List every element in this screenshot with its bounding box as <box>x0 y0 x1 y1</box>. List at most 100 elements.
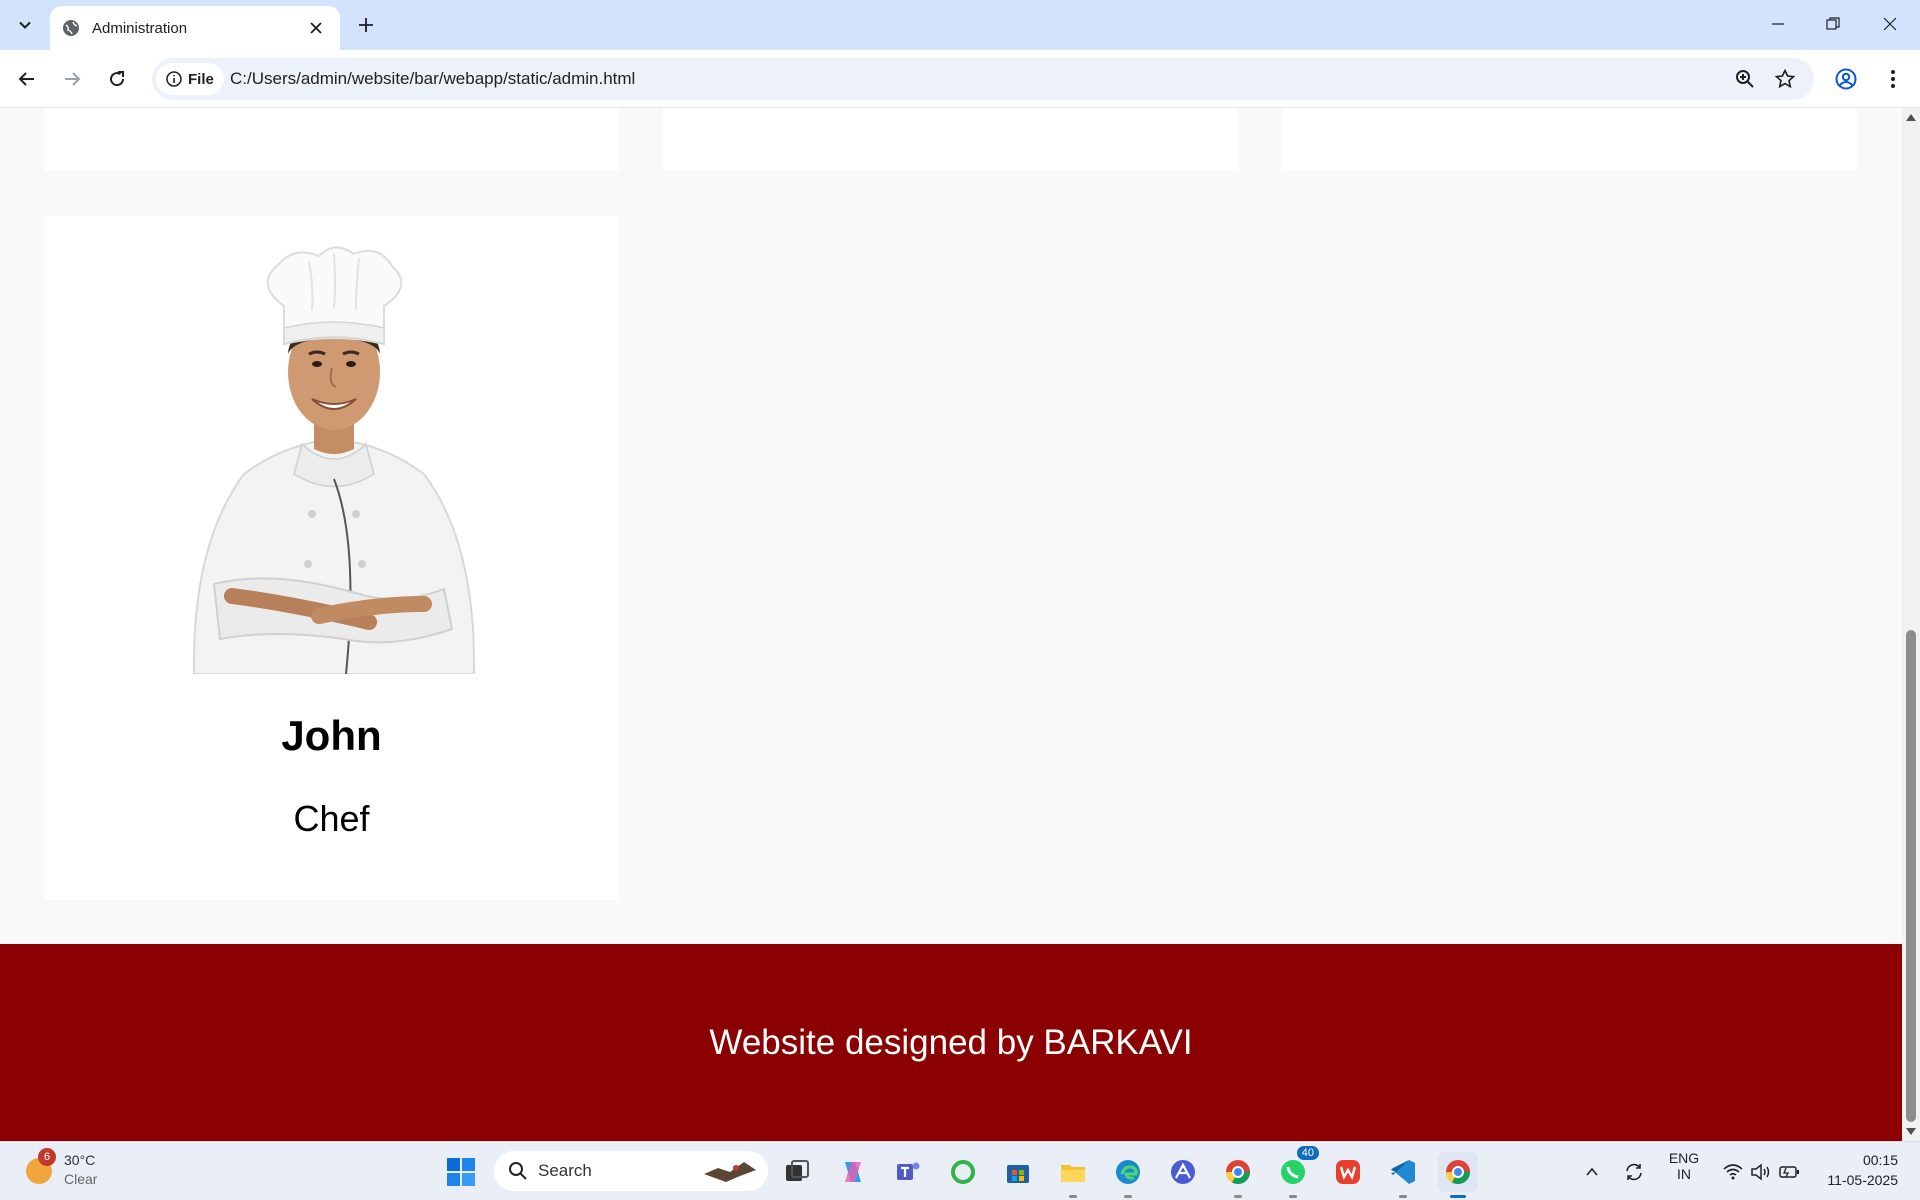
reload-button[interactable] <box>101 63 133 95</box>
star-icon <box>1775 69 1795 89</box>
close-icon <box>1883 17 1897 31</box>
minimize-icon <box>1772 23 1784 25</box>
globe-icon <box>62 19 80 37</box>
bookmark-button[interactable] <box>1771 65 1799 93</box>
chrome-active-button[interactable] <box>1438 1152 1478 1198</box>
url-text: C:/Users/admin/website/bar/webapp/static… <box>230 69 636 88</box>
tab-strip: Administration <box>0 0 1920 50</box>
show-hidden-icons-button[interactable] <box>1572 1152 1612 1192</box>
staff-role: Chef <box>293 798 370 839</box>
active-indicator <box>1450 1195 1466 1198</box>
birds-icon <box>704 1162 756 1182</box>
tab-title: Administration <box>92 19 188 37</box>
plus-icon <box>359 18 373 32</box>
page-scrollbar[interactable] <box>1902 108 1920 1141</box>
notification-badge: 40 <box>1296 1146 1319 1160</box>
wifi-icon <box>1723 1164 1743 1180</box>
tab-search-button[interactable] <box>10 10 40 40</box>
whatsapp-icon <box>1281 1160 1305 1184</box>
wps-office-button[interactable] <box>1328 1152 1368 1192</box>
minimize-button[interactable] <box>1758 8 1798 40</box>
back-button[interactable] <box>11 63 43 95</box>
browser-toolbar: File C:/Users/admin/website/bar/webapp/s… <box>0 50 1920 108</box>
zoom-button[interactable] <box>1731 65 1759 93</box>
store-icon <box>1007 1165 1029 1183</box>
scroll-down-arrow-icon[interactable] <box>1906 1128 1916 1135</box>
tab-administration[interactable]: Administration <box>50 6 340 50</box>
profile-button[interactable] <box>1830 63 1862 95</box>
clock-date: 11-05-2025 <box>1827 1172 1898 1188</box>
whatsapp-button[interactable]: 40 <box>1273 1146 1319 1198</box>
vscode-button[interactable] <box>1383 1152 1423 1198</box>
language-indicator[interactable]: ENG IN <box>1664 1150 1704 1182</box>
chevron-down-icon <box>19 21 31 29</box>
weather-widget[interactable]: 6 30°C Clear <box>22 1148 132 1192</box>
chrome-icon <box>1446 1160 1470 1185</box>
site-info-chip[interactable]: File <box>156 63 224 95</box>
reload-icon <box>110 71 125 87</box>
folder-icon <box>1061 1165 1085 1182</box>
volume-icon <box>1751 1163 1770 1181</box>
staff-card-partial <box>1282 108 1857 171</box>
staff-card-partial <box>663 108 1238 171</box>
file-explorer-button[interactable] <box>1053 1152 1093 1198</box>
forward-button[interactable] <box>56 63 88 95</box>
restore-button[interactable] <box>1813 8 1853 40</box>
new-tab-button[interactable] <box>352 11 380 39</box>
running-indicator <box>1289 1195 1297 1198</box>
scroll-thumb[interactable] <box>1906 630 1916 1122</box>
staff-card-partial <box>44 108 619 171</box>
app-refresh-button[interactable] <box>943 1152 983 1192</box>
task-view-button[interactable] <box>777 1152 817 1192</box>
copilot-icon <box>845 1162 861 1182</box>
scroll-up-arrow-icon[interactable] <box>1906 114 1916 121</box>
circle-arrow-icon <box>951 1160 975 1184</box>
running-indicator <box>1399 1195 1407 1198</box>
battery-icon <box>1779 1166 1799 1178</box>
weather-badge: 6 <box>38 1148 56 1166</box>
arrow-left-icon <box>18 72 34 86</box>
chevron-up-icon <box>1586 1167 1598 1176</box>
site-info-label: File <box>188 70 214 88</box>
close-window-button[interactable] <box>1870 8 1910 40</box>
teams-button[interactable] <box>888 1152 928 1192</box>
vpn-button[interactable] <box>1163 1152 1203 1192</box>
more-vertical-icon <box>1891 70 1895 88</box>
chef-photo <box>192 246 476 674</box>
system-status-button[interactable] <box>1706 1152 1816 1192</box>
vscode-icon <box>1391 1160 1415 1184</box>
windows-taskbar: 6 30°C Clear Search 40 ENG IN 00:15 11-0… <box>0 1141 1920 1200</box>
copilot-button[interactable] <box>833 1152 873 1192</box>
weather-condition: Clear <box>64 1171 98 1187</box>
chrome-button[interactable] <box>1218 1152 1258 1198</box>
staff-card: John Chef <box>44 216 619 900</box>
menu-button[interactable] <box>1877 63 1909 95</box>
teams-icon <box>897 1162 920 1180</box>
wps-icon <box>1336 1160 1360 1184</box>
windows-icon <box>447 1158 475 1186</box>
task-view-icon <box>786 1160 809 1181</box>
running-indicator <box>1124 1195 1132 1198</box>
clock[interactable]: 00:15 11-05-2025 <box>1827 1150 1898 1190</box>
address-bar[interactable]: File C:/Users/admin/website/bar/webapp/s… <box>152 58 1814 100</box>
edge-button[interactable] <box>1108 1152 1148 1198</box>
taskbar-search[interactable]: Search <box>494 1151 768 1191</box>
search-icon <box>509 1162 527 1180</box>
footer-credit: Website designed by BARKAVI <box>709 1022 1193 1062</box>
running-indicator <box>1234 1195 1242 1198</box>
store-button[interactable] <box>998 1152 1038 1192</box>
vpn-icon <box>1171 1160 1195 1184</box>
clock-time: 00:15 <box>1862 1152 1898 1168</box>
restore-icon <box>1826 17 1840 30</box>
close-icon <box>310 22 322 34</box>
arrow-right-icon <box>65 72 81 86</box>
language-line2: IN <box>1677 1166 1691 1182</box>
staff-name: John <box>281 712 382 759</box>
sync-button[interactable] <box>1614 1152 1654 1192</box>
language-line1: ENG <box>1668 1150 1700 1166</box>
taskbar-search-label: Search <box>538 1161 592 1180</box>
start-button[interactable] <box>441 1152 481 1192</box>
sync-icon <box>1626 1163 1642 1181</box>
tab-close-button[interactable] <box>304 16 328 40</box>
running-indicator <box>1069 1195 1077 1198</box>
